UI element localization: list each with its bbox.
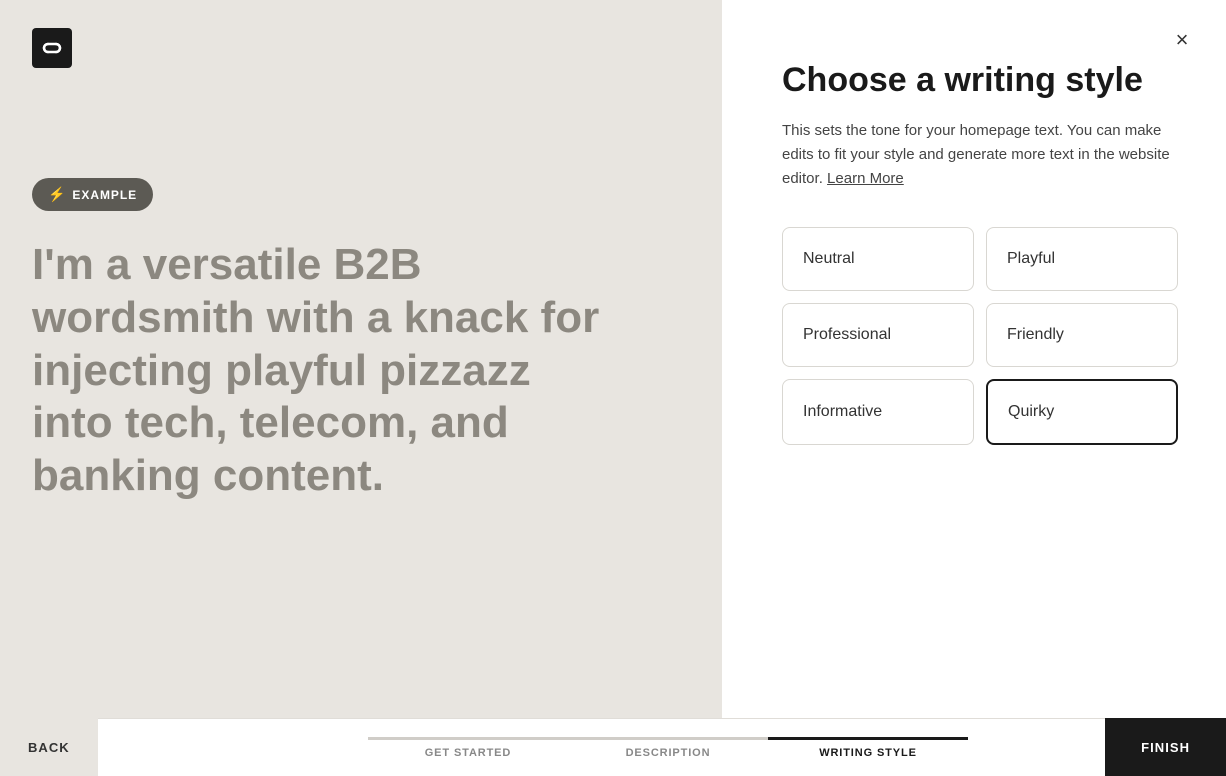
style-option-professional[interactable]: Professional xyxy=(782,303,974,367)
close-button[interactable]: × xyxy=(1166,24,1198,56)
left-panel: ⚡ EXAMPLE I'm a versatile B2B wordsmith … xyxy=(0,0,722,776)
style-option-playful[interactable]: Playful xyxy=(986,227,1178,291)
lightning-icon: ⚡ xyxy=(48,186,66,203)
step-line-get-started xyxy=(368,737,568,740)
style-option-neutral[interactable]: Neutral xyxy=(782,227,974,291)
style-option-quirky[interactable]: Quirky xyxy=(986,379,1178,445)
right-panel: × Choose a writing style This sets the t… xyxy=(722,0,1226,776)
badge-label: EXAMPLE xyxy=(72,188,137,202)
back-button[interactable]: BACK xyxy=(0,718,98,776)
panel-title: Choose a writing style xyxy=(782,60,1178,101)
bottom-bar: BACK GET STARTED DESCRIPTION WRITING STY… xyxy=(0,718,1226,776)
preview-text: I'm a versatile B2B wordsmith with a kna… xyxy=(32,239,612,503)
step-writing-style: WRITING STYLE xyxy=(768,737,968,759)
step-label-get-started: GET STARTED xyxy=(425,737,511,759)
style-option-informative[interactable]: Informative xyxy=(782,379,974,445)
step-label-description: DESCRIPTION xyxy=(626,737,711,759)
step-line-writing-style xyxy=(768,737,968,740)
step-line-description xyxy=(568,737,768,740)
learn-more-link[interactable]: Learn More xyxy=(827,170,904,187)
example-badge: ⚡ EXAMPLE xyxy=(32,178,153,211)
step-label-writing-style: WRITING STYLE xyxy=(819,737,917,759)
step-description: DESCRIPTION xyxy=(568,737,768,759)
style-grid: Neutral Playful Professional Friendly In… xyxy=(782,227,1178,445)
step-get-started: GET STARTED xyxy=(368,737,568,759)
style-option-friendly[interactable]: Friendly xyxy=(986,303,1178,367)
squarespace-logo xyxy=(32,28,72,68)
finish-button[interactable]: FINISH xyxy=(1105,718,1226,776)
panel-description: This sets the tone for your homepage tex… xyxy=(782,119,1178,191)
progress-steps: GET STARTED DESCRIPTION WRITING STYLE xyxy=(110,737,1226,759)
